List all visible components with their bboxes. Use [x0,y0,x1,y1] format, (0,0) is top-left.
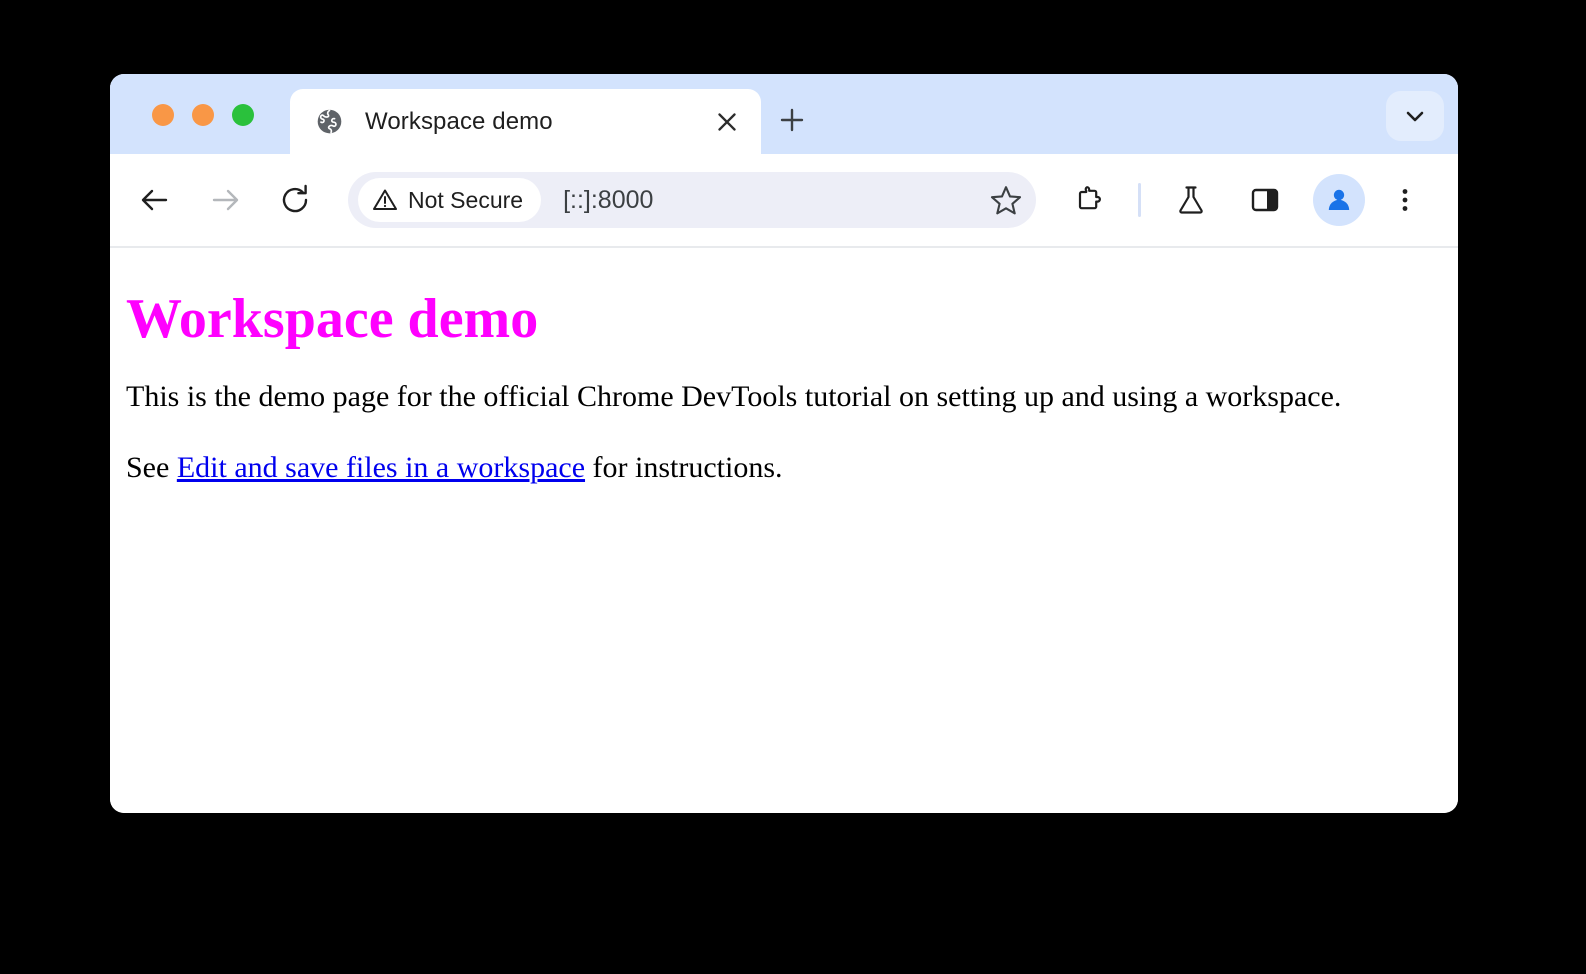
tab-title: Workspace demo [365,108,705,136]
tab-search-button[interactable] [1386,91,1444,141]
person-icon [1324,185,1354,215]
url-text[interactable]: [::]:8000 [563,186,980,215]
address-bar[interactable]: Not Secure [::]:8000 [348,172,1036,228]
side-panel-button[interactable] [1239,174,1291,226]
puzzle-piece-icon [1072,184,1104,216]
close-icon [716,111,738,133]
tab-workspace-demo[interactable]: Workspace demo [290,89,761,154]
arrow-left-icon [138,183,172,217]
window-traffic-lights [152,104,254,126]
tab-close-button[interactable] [705,100,749,144]
window-close-button[interactable] [152,104,174,126]
reload-button[interactable] [268,173,322,227]
arrow-right-icon [208,183,242,217]
flask-icon [1175,184,1207,216]
toolbar-divider [1138,183,1141,217]
instructions-prefix: See [126,451,177,484]
security-status-chip[interactable]: Not Secure [358,178,541,222]
experiments-button[interactable] [1165,174,1217,226]
tab-strip: Workspace demo [110,74,1458,154]
window-zoom-button[interactable] [232,104,254,126]
extensions-button[interactable] [1062,174,1114,226]
bookmark-button[interactable] [980,174,1032,226]
globe-icon [316,108,343,135]
window-minimize-button[interactable] [192,104,214,126]
new-tab-button[interactable] [770,98,814,142]
intro-paragraph: This is the demo page for the official C… [126,379,1442,414]
page-title: Workspace demo [126,288,1442,351]
security-status-label: Not Secure [408,187,523,214]
instructions-paragraph: See Edit and save files in a workspace f… [126,450,1442,485]
reload-icon [278,183,312,217]
instructions-suffix: for instructions. [585,451,782,484]
page-viewport: Workspace demo This is the demo page for… [110,248,1458,813]
chevron-down-icon [1402,103,1428,129]
three-dots-vertical-icon [1391,186,1419,214]
side-panel-icon [1249,184,1281,216]
plus-icon [778,106,806,134]
profile-button[interactable] [1313,174,1365,226]
warning-triangle-icon [372,187,398,213]
browser-window: Workspace demo [110,74,1458,813]
star-icon [990,184,1022,216]
workspace-tutorial-link[interactable]: Edit and save files in a workspace [177,451,585,484]
menu-button[interactable] [1379,174,1431,226]
browser-toolbar: Not Secure [::]:8000 [110,154,1458,248]
forward-button [198,173,252,227]
back-button[interactable] [128,173,182,227]
